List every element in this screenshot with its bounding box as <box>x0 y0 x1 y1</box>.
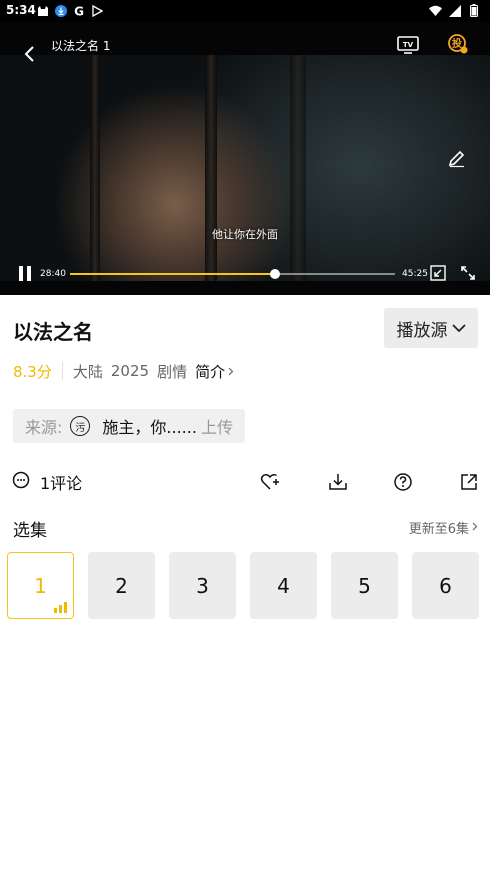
now-playing-bars-icon <box>54 602 67 613</box>
play-source-label: 播放源 <box>396 320 448 341</box>
region: 大陆 <box>72 362 103 381</box>
episode-button-2[interactable]: 2 <box>88 552 155 619</box>
download-badge-icon <box>54 4 67 17</box>
share-external-icon[interactable] <box>459 472 479 492</box>
status-bar: 5:34 G <box>0 0 490 22</box>
tv-cast-icon[interactable]: TV <box>397 34 419 54</box>
pause-icon[interactable] <box>18 266 32 282</box>
episode-number: 4 <box>277 573 290 598</box>
source-label: 来源: <box>25 418 63 437</box>
back-arrow-icon[interactable] <box>20 42 40 66</box>
episode-number: 5 <box>358 573 371 598</box>
progress-slider[interactable] <box>70 269 395 279</box>
google-g-icon: G <box>72 4 85 17</box>
comment-button[interactable]: 1评论 <box>12 470 82 494</box>
show-title: 以法之名 <box>13 320 93 344</box>
notification-cat-icon <box>36 4 49 17</box>
episode-button-3[interactable]: 3 <box>169 552 236 619</box>
intro-label: 简介 <box>195 362 226 381</box>
comment-bubble-icon <box>12 471 30 493</box>
intro-link[interactable]: 简介 <box>195 361 234 382</box>
rating-score: 8.3分 <box>13 362 52 381</box>
pencil-edit-icon[interactable] <box>447 148 467 168</box>
video-subtitle: 他让你在外面 <box>212 228 278 241</box>
episode-button-6[interactable]: 6 <box>412 552 479 619</box>
total-time: 45:25 <box>402 269 428 279</box>
progress-fill <box>70 273 275 275</box>
chevron-right-icon <box>472 520 478 535</box>
episode-button-5[interactable]: 5 <box>331 552 398 619</box>
cell-signal-icon <box>448 4 461 17</box>
episode-number: 2 <box>115 573 128 598</box>
status-time: 5:34 <box>6 3 36 17</box>
video-player[interactable]: 以法之名 1 TV 投 他让你在外面 28:40 45:25 <box>0 22 490 295</box>
current-time: 28:40 <box>40 269 66 279</box>
svg-text:TV: TV <box>403 41 414 49</box>
episodes-update-text: 更新至6集 <box>408 522 469 537</box>
uploader-name: 施主，你...... <box>102 418 197 437</box>
player-top-bar: 以法之名 1 TV 投 <box>0 22 490 66</box>
chevron-down-icon <box>451 318 466 338</box>
genre: 剧情 <box>157 362 188 381</box>
episode-number: 1 <box>34 573 47 598</box>
episode-number: 3 <box>196 573 209 598</box>
svg-text:投: 投 <box>452 37 462 50</box>
title-row: 以法之名 播放源 <box>0 308 490 348</box>
picture-in-picture-icon[interactable] <box>430 265 446 281</box>
svg-text:G: G <box>74 5 84 17</box>
meta-row: 8.3分 大陆 2025 剧情 简介 <box>13 360 234 382</box>
uploader-box[interactable]: 来源: 污 施主，你...... 上传 <box>13 409 245 443</box>
progress-thumb[interactable] <box>269 269 280 279</box>
player-controls: 28:40 45:25 <box>0 260 490 290</box>
chevron-right-icon <box>228 362 234 380</box>
episodes-header: 选集 更新至6集 <box>0 514 490 541</box>
video-frame <box>0 55 490 281</box>
episode-button-4[interactable]: 4 <box>250 552 317 619</box>
battery-icon <box>467 4 480 17</box>
comment-count: 1评论 <box>40 474 83 493</box>
action-bar: 1评论 <box>0 466 490 498</box>
episodes-title: 选集 <box>13 521 47 541</box>
favorite-heart-icon[interactable] <box>260 472 280 492</box>
episodes-list: 1 2 3 4 5 6 <box>7 552 490 620</box>
play-source-button[interactable]: 播放源 <box>384 308 478 348</box>
fullscreen-icon[interactable] <box>460 265 476 281</box>
episode-number: 6 <box>439 573 452 598</box>
upload-label: 上传 <box>200 418 233 437</box>
episode-button-1[interactable]: 1 <box>7 552 74 619</box>
uploader-avatar: 污 <box>70 416 91 436</box>
episodes-update-link[interactable]: 更新至6集 <box>409 518 478 537</box>
divider <box>61 362 63 380</box>
wifi-icon <box>429 4 442 17</box>
year: 2025 <box>110 362 150 380</box>
share-screen-icon[interactable]: 投 <box>447 33 469 55</box>
play-store-icon <box>90 4 103 17</box>
video-title: 以法之名 1 <box>51 39 111 53</box>
download-icon[interactable] <box>328 472 348 492</box>
help-question-icon[interactable] <box>393 472 413 492</box>
